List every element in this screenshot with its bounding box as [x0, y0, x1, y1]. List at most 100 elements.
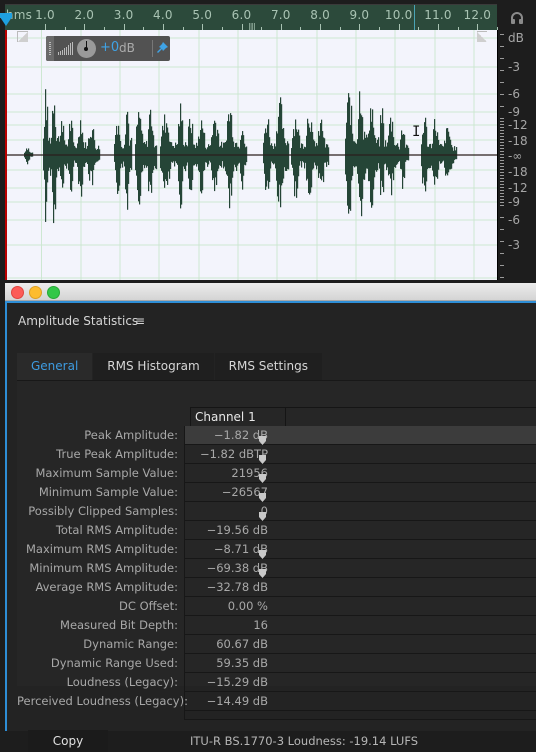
stats-row[interactable]: Dynamic Range: 60.67 dB [17, 635, 536, 654]
db-scale-label: -∞ [508, 149, 523, 163]
db-scale-tick [500, 178, 504, 179]
stat-label: Dynamic Range Used: [50, 656, 178, 670]
stat-label: Possibly Clipped Samples: [28, 504, 178, 518]
copy-button[interactable]: Copy [28, 730, 108, 752]
stat-cell[interactable]: 16 [184, 616, 536, 635]
db-scale-tick [500, 121, 504, 122]
db-scale-tick [500, 199, 504, 200]
db-scale-tick [500, 145, 504, 146]
stats-row[interactable]: Average RMS Amplitude: −32.78 dB [17, 578, 536, 597]
db-scale-label: -6 [508, 87, 520, 101]
stats-row[interactable]: Maximum RMS Amplitude: −8.71 dB [17, 540, 536, 559]
db-scale-tick [500, 34, 504, 35]
stat-label: Measured Bit Depth: [60, 618, 178, 632]
minimize-window-button[interactable] [29, 286, 42, 299]
db-scale-tick [500, 169, 504, 170]
tab-rms-settings[interactable]: RMS Settings [214, 353, 323, 380]
db-scale-tick [500, 205, 504, 206]
ruler-tick-label: 4.0 [153, 8, 173, 22]
stat-label: DC Offset: [119, 599, 178, 613]
stat-cell[interactable]: 59.35 dB [184, 654, 536, 673]
db-scale-tick [500, 127, 504, 128]
tab-general[interactable]: General [17, 353, 93, 380]
db-scale-label: -12 [508, 118, 528, 132]
stat-cell[interactable]: −69.38 dB [184, 559, 536, 578]
pin-icon[interactable] [156, 41, 169, 55]
db-scale-tick [500, 106, 504, 107]
db-scale-tick [500, 166, 504, 167]
db-scale-label: -18 [508, 134, 528, 148]
stat-label: Dynamic Range: [83, 637, 178, 651]
waveform-sample [408, 147, 410, 161]
stats-row[interactable]: Total RMS Amplitude: −19.56 dB [17, 521, 536, 540]
stat-cell[interactable]: 0 [184, 502, 536, 521]
db-scale-tick [500, 193, 504, 194]
playhead-marker-icon[interactable] [0, 17, 12, 26]
db-scale-tick [500, 46, 504, 47]
gain-knob[interactable] [77, 39, 96, 58]
current-time-indicator [414, 5, 415, 30]
db-scale-tick [500, 163, 504, 164]
panel-menu-icon[interactable]: ≡ [135, 314, 145, 328]
time-ruler[interactable]: hms 1.0 2.0 3.0 4.0 5.0 6.0 7.0 8.0 9.0 10.0 11.0 1… [5, 4, 498, 31]
stat-cell[interactable]: 60.67 dB [184, 635, 536, 654]
ruler-tick-label: 6.0 [231, 8, 252, 22]
stat-cell[interactable]: −14.49 dB [184, 692, 536, 711]
stat-value: −19.56 dB [206, 523, 268, 537]
close-window-button[interactable] [11, 286, 24, 299]
stats-row[interactable]: Maximum Sample Value: 21956 [17, 464, 536, 483]
db-scale-tick [500, 229, 504, 230]
tab-rms-histogram[interactable]: RMS Histogram [93, 353, 214, 380]
db-scale-tick [500, 181, 504, 182]
gain-value[interactable]: +0 [100, 40, 119, 55]
stats-row[interactable]: Perceived Loudness (Legacy): −14.49 dB [17, 692, 536, 711]
stats-row[interactable]: Minimum RMS Amplitude: −69.38 dB [17, 559, 536, 578]
db-scale-tick [500, 202, 504, 203]
stat-label: Peak Amplitude: [84, 428, 178, 442]
stat-value: −32.78 dB [206, 580, 268, 594]
stats-row[interactable]: Possibly Clipped Samples: 0 [17, 502, 536, 521]
maximize-window-button[interactable] [47, 286, 60, 299]
db-scale-tick [500, 133, 504, 134]
db-scale-tick [500, 217, 504, 218]
db-scale-tick [500, 142, 504, 143]
stat-cell[interactable]: −19.56 dB [184, 521, 536, 540]
stat-cell[interactable]: −32.78 dB [184, 578, 536, 597]
stat-label: Maximum RMS Amplitude: [26, 542, 178, 556]
stat-cell[interactable]: −26567 [184, 483, 536, 502]
stats-row[interactable]: Minimum Sample Value: −26567 [17, 483, 536, 502]
stat-cell[interactable]: −8.71 dB [184, 540, 536, 559]
stat-cell[interactable]: 0.00 % [184, 597, 536, 616]
waveform-sample [328, 147, 330, 166]
stat-cell[interactable]: −1.82 dBTP [184, 445, 536, 464]
window-titlebar[interactable] [5, 283, 536, 301]
amplitude-statistics-window: Amplitude Statistics ≡ General RMS Histo… [5, 283, 536, 752]
text-cursor-icon: I [412, 124, 421, 140]
stats-row[interactable]: Measured Bit Depth: 16 [17, 616, 536, 635]
waveform-display[interactable] [5, 30, 497, 280]
stat-cell[interactable]: −15.29 dB [184, 673, 536, 692]
db-scale-tick [500, 58, 504, 59]
column-header-channel-1: Channel 1 [190, 408, 286, 426]
stats-row[interactable]: DC Offset: 0.00 % [17, 597, 536, 616]
db-scale-tick [500, 94, 504, 95]
stats-row[interactable]: Dynamic Range Used: 59.35 dB [17, 654, 536, 673]
db-scale-tick [500, 82, 504, 83]
stat-cell[interactable]: −1.82 dB [184, 426, 536, 445]
amplitude-ruler[interactable]: dB -3 -6 -9 -12 -18 -∞ -18 -12 -9 -6 -3 [497, 30, 536, 280]
db-scale-tick [500, 175, 504, 176]
fade-in-handle[interactable] [17, 31, 28, 42]
stats-row[interactable]: Loudness (Legacy): −15.29 dB [17, 673, 536, 692]
db-scale-tick [500, 184, 504, 185]
fade-out-handle[interactable] [477, 31, 487, 42]
stats-row[interactable]: Peak Amplitude: −1.82 dB [17, 426, 536, 445]
stat-cell[interactable]: 21956 [184, 464, 536, 483]
stat-value: −1.82 dBTP [199, 447, 268, 461]
stats-row[interactable]: True Peak Amplitude: −1.82 dBTP [17, 445, 536, 464]
waveform-sample [156, 145, 158, 170]
db-scale-label: -18 [508, 165, 528, 179]
headphones-button[interactable] [506, 6, 528, 28]
hud-drag-handle[interactable] [46, 36, 54, 61]
waveform-canvas[interactable] [7, 30, 497, 280]
ruler-tick-label: 8.0 [310, 8, 330, 22]
